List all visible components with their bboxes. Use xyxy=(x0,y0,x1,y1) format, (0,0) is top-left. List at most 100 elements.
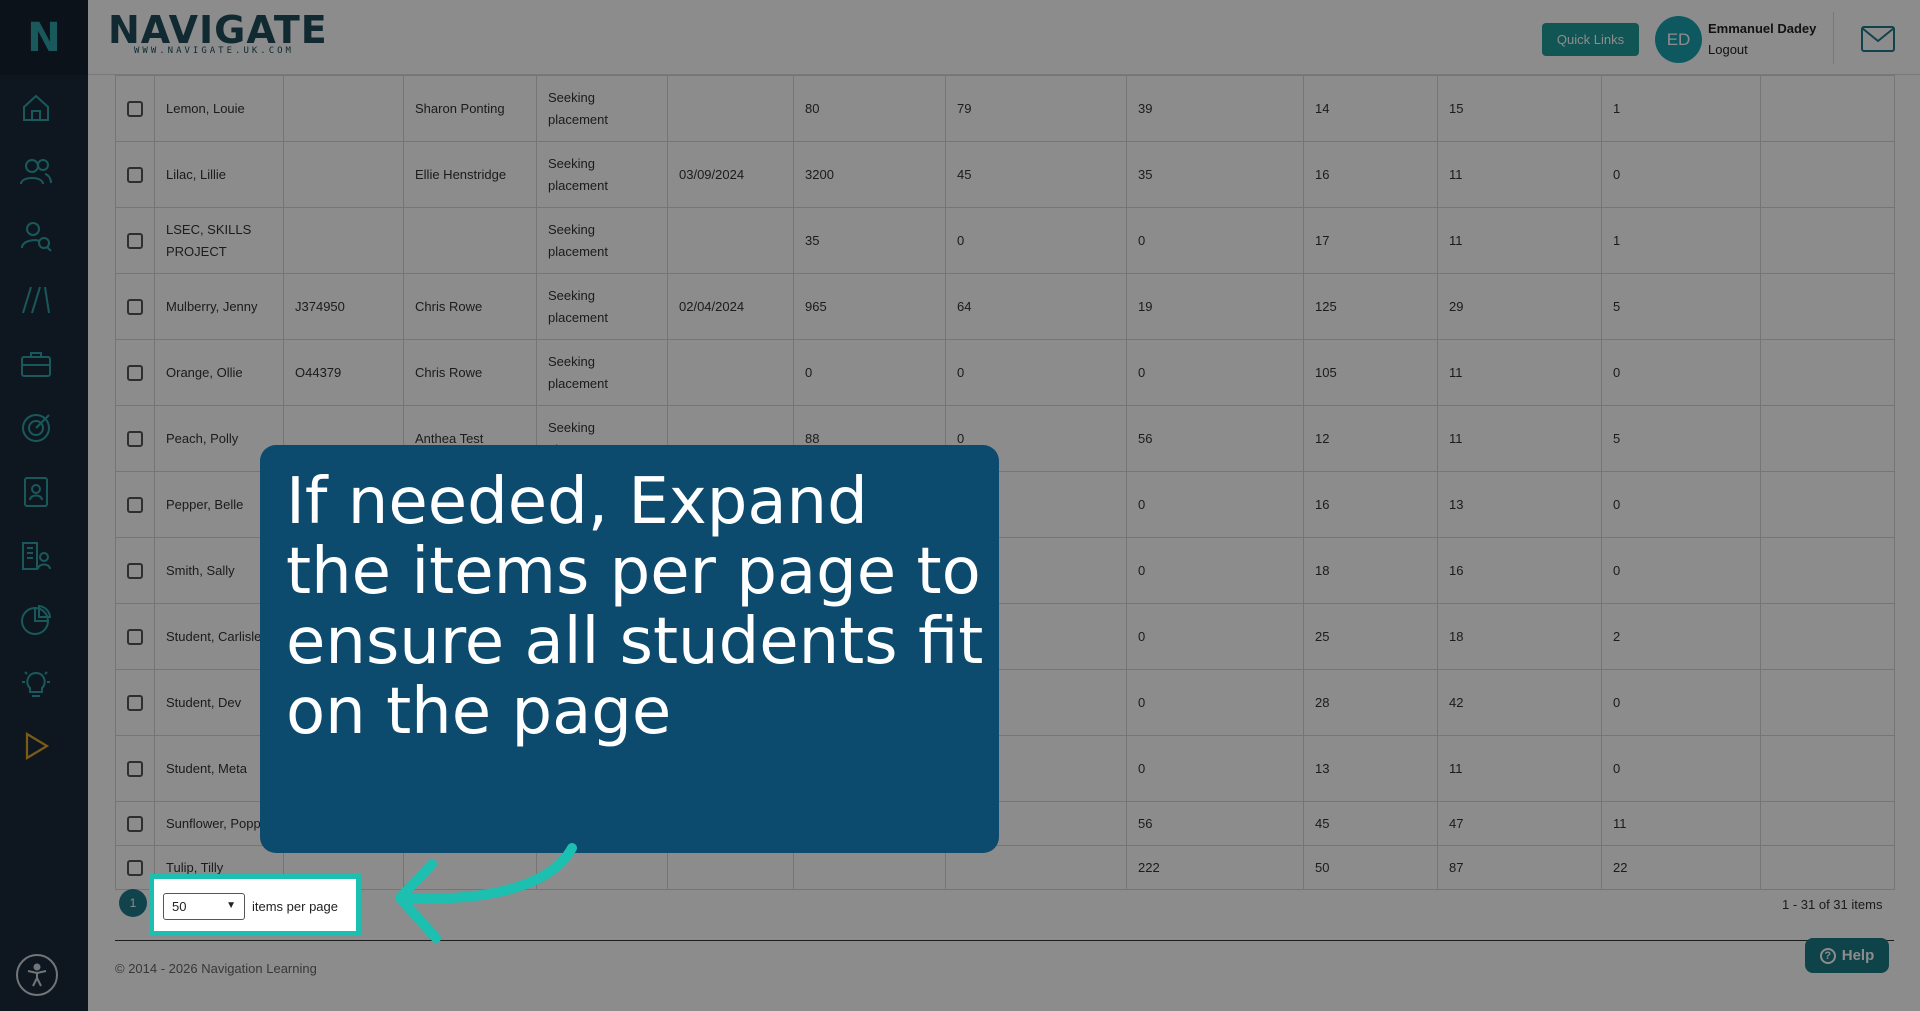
navigate-logo[interactable]: NAVIGATE WWW.NAVIGATE.UK.COM xyxy=(108,10,328,56)
table-cell-advisor: Ellie Henstridge xyxy=(403,141,537,208)
table-cell-c4: 14 xyxy=(1303,75,1438,142)
table-cell-c2: 45 xyxy=(945,141,1127,208)
play-icon[interactable] xyxy=(18,728,54,764)
pointer-arrow-icon xyxy=(395,843,577,943)
table-cell-c1: 80 xyxy=(793,75,946,142)
table-cell-c5: 18 xyxy=(1437,603,1602,670)
page-1-button[interactable]: 1 xyxy=(119,889,147,917)
table-cell-status: Seeking placement xyxy=(536,273,668,340)
table-cell-name: LSEC, SKILLS PROJECT xyxy=(154,207,284,274)
contact-card-icon[interactable] xyxy=(18,474,54,510)
table-cell-c6: 0 xyxy=(1601,141,1761,208)
table-cell-c6: 0 xyxy=(1601,537,1761,604)
row-checkbox[interactable] xyxy=(127,299,143,316)
table-cell-c5: 15 xyxy=(1437,75,1602,142)
table-cell-c6: 2 xyxy=(1601,603,1761,670)
table-cell-id xyxy=(283,75,404,142)
items-per-page-label: items per page xyxy=(252,899,338,914)
row-checkbox-cell xyxy=(115,405,155,472)
table-row[interactable]: Mulberry, Jenny J374950 Chris Rowe Seeking … xyxy=(115,273,1895,340)
row-checkbox[interactable] xyxy=(127,101,143,118)
row-checkbox[interactable] xyxy=(127,816,143,833)
header-divider xyxy=(1833,12,1834,64)
table-row[interactable]: Orange, Ollie O44379 Chris Rowe Seeking pla… xyxy=(115,339,1895,406)
accessibility-icon[interactable] xyxy=(16,954,58,996)
table-cell-actions xyxy=(1760,845,1895,890)
row-checkbox[interactable] xyxy=(127,167,143,184)
row-checkbox[interactable] xyxy=(127,233,143,250)
table-cell-id: J374950 xyxy=(283,273,404,340)
pathways-icon[interactable] xyxy=(18,282,54,318)
table-cell-c3: 0 xyxy=(1126,669,1304,736)
table-cell-c5: 11 xyxy=(1437,405,1602,472)
table-cell-c3: 0 xyxy=(1126,471,1304,538)
table-cell-actions xyxy=(1760,339,1895,406)
table-cell-c1: 35 xyxy=(793,207,946,274)
table-row[interactable]: LSEC, SKILLS PROJECT Seeking placement 35 0… xyxy=(115,207,1895,274)
user-search-icon[interactable] xyxy=(18,218,54,254)
help-icon: ? xyxy=(1819,947,1836,964)
table-cell-c6: 1 xyxy=(1601,75,1761,142)
row-checkbox[interactable] xyxy=(127,563,143,580)
table-cell-c3: 0 xyxy=(1126,537,1304,604)
row-checkbox[interactable] xyxy=(127,695,143,712)
avatar[interactable]: ED xyxy=(1655,16,1702,63)
target-icon[interactable] xyxy=(18,410,54,446)
row-checkbox[interactable] xyxy=(127,497,143,514)
items-count: 1 - 31 of 31 items xyxy=(1782,897,1883,912)
table-cell-actions xyxy=(1760,75,1895,142)
table-cell-c4: 28 xyxy=(1303,669,1438,736)
table-cell-c6: 0 xyxy=(1601,471,1761,538)
table-cell-c3: 0 xyxy=(1126,339,1304,406)
users-icon[interactable] xyxy=(18,154,54,190)
table-cell-c3: 56 xyxy=(1126,405,1304,472)
table-cell-c5: 13 xyxy=(1437,471,1602,538)
mail-icon[interactable] xyxy=(1861,26,1895,52)
table-cell-c5: 42 xyxy=(1437,669,1602,736)
table-cell-id: O44379 xyxy=(283,339,404,406)
table-cell-date xyxy=(667,339,794,406)
row-checkbox[interactable] xyxy=(127,629,143,646)
page-size-select[interactable]: 50 ▼ xyxy=(163,893,245,920)
table-cell-name: Lemon, Louie xyxy=(154,75,284,142)
row-checkbox[interactable] xyxy=(127,860,143,877)
quick-links-button[interactable]: Quick Links xyxy=(1542,23,1639,56)
table-cell-id xyxy=(283,207,404,274)
row-checkbox[interactable] xyxy=(127,431,143,448)
lightbulb-icon[interactable] xyxy=(18,666,54,702)
row-checkbox-cell xyxy=(115,471,155,538)
row-checkbox[interactable] xyxy=(127,761,143,778)
row-checkbox-cell xyxy=(115,339,155,406)
logout-link[interactable]: Logout xyxy=(1708,42,1748,57)
help-button[interactable]: ? Help xyxy=(1805,938,1889,973)
row-checkbox-cell xyxy=(115,141,155,208)
tutorial-callout: If needed, Expand the items per page to … xyxy=(260,445,999,853)
table-row[interactable]: Lemon, Louie Sharon Ponting Seeking placem… xyxy=(115,75,1895,142)
briefcase-icon[interactable] xyxy=(18,346,54,382)
row-checkbox-cell xyxy=(115,75,155,142)
table-cell-advisor: Chris Rowe xyxy=(403,339,537,406)
sidebar-logo[interactable]: N xyxy=(0,0,88,75)
table-cell-actions xyxy=(1760,207,1895,274)
table-cell-actions xyxy=(1760,273,1895,340)
table-cell-c4: 13 xyxy=(1303,735,1438,802)
table-cell-c6: 0 xyxy=(1601,669,1761,736)
table-cell-c2: 79 xyxy=(945,75,1127,142)
top-header: NAVIGATE WWW.NAVIGATE.UK.COM Quick Links… xyxy=(88,0,1920,75)
pie-chart-icon[interactable] xyxy=(18,602,54,638)
table-cell-c3: 0 xyxy=(1126,603,1304,670)
table-cell-c1: 965 xyxy=(793,273,946,340)
table-cell-c4: 125 xyxy=(1303,273,1438,340)
table-cell-id xyxy=(283,141,404,208)
table-cell-c5: 11 xyxy=(1437,207,1602,274)
row-checkbox[interactable] xyxy=(127,365,143,382)
table-row[interactable]: Lilac, Lillie Ellie Henstridge Seeking pla… xyxy=(115,141,1895,208)
table-cell-c3: 0 xyxy=(1126,735,1304,802)
organisation-icon[interactable] xyxy=(18,538,54,574)
table-cell-c2: 0 xyxy=(945,339,1127,406)
table-cell-c5: 29 xyxy=(1437,273,1602,340)
copyright: © 2014 - 2026 Navigation Learning xyxy=(115,961,317,976)
table-cell-actions xyxy=(1760,603,1895,670)
home-icon[interactable] xyxy=(18,90,54,126)
user-name: Emmanuel Dadey xyxy=(1708,21,1817,36)
